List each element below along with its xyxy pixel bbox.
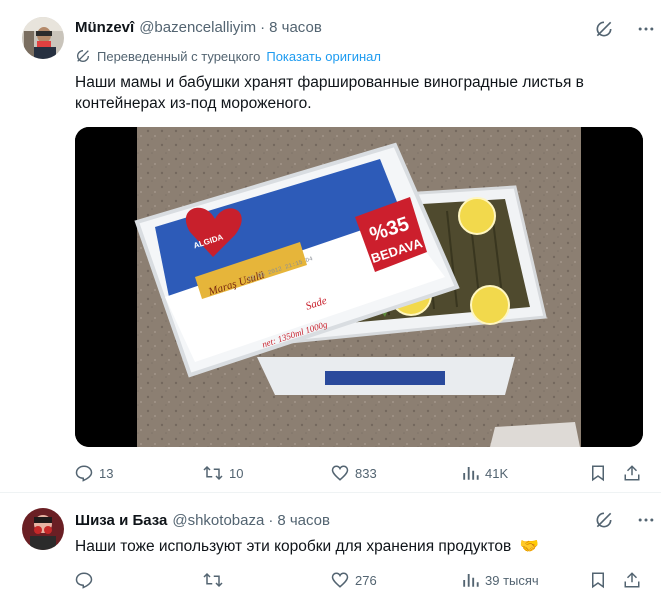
views-count: 41K: [485, 465, 509, 481]
translate-icon: [75, 48, 91, 64]
author-name[interactable]: Münzevî: [75, 19, 134, 36]
reply-button[interactable]: [75, 568, 99, 592]
views-icon: [461, 571, 479, 589]
reply-tweet[interactable]: Шиза и База @shkotobaza · 8 часов Наши т…: [0, 493, 661, 603]
grok-icon[interactable]: [594, 19, 614, 39]
separator-dot: ·: [260, 19, 266, 36]
repost-icon: [203, 464, 223, 482]
views-button[interactable]: 41K: [461, 461, 508, 485]
like-button[interactable]: 276: [331, 568, 377, 592]
repost-button[interactable]: 10: [203, 461, 243, 485]
like-button[interactable]: 833: [331, 461, 377, 485]
bookmark-icon: [589, 464, 607, 482]
timestamp[interactable]: 8 часов: [269, 19, 322, 36]
like-icon: [331, 464, 349, 482]
bookmark-button[interactable]: [589, 568, 607, 592]
reply-count: 13: [99, 465, 114, 481]
tweet-text: Наши мамы и бабушки хранят фаршированные…: [75, 72, 645, 114]
translation-label: Переведенный с турецкого: [97, 48, 261, 64]
tweet-text-line: Наши мамы и бабушки хранят фаршированные…: [75, 74, 584, 91]
tweet-header: Шиза и База @shkotobaza · 8 часов: [75, 512, 330, 529]
avatar[interactable]: [22, 17, 64, 59]
tweet[interactable]: Münzevî @bazencelalliyim · 8 часов Перев…: [0, 0, 661, 492]
views-count: 39 тысяч: [485, 572, 539, 588]
reply-button[interactable]: 13: [75, 461, 113, 485]
like-icon: [331, 571, 349, 589]
reply-icon: [75, 571, 93, 589]
tweet-top-actions: [594, 19, 656, 39]
avatar[interactable]: [22, 508, 64, 550]
bookmark-icon: [589, 571, 607, 589]
grok-icon[interactable]: [594, 510, 614, 530]
views-icon: [461, 464, 479, 482]
more-icon[interactable]: [636, 510, 656, 530]
repost-button[interactable]: [203, 568, 229, 592]
share-icon: [623, 464, 641, 482]
share-icon: [623, 571, 641, 589]
tweet-header: Münzevî @bazencelalliyim · 8 часов: [75, 19, 322, 36]
tweet-text-body: Наши тоже используют эти коробки для хра…: [75, 538, 512, 555]
handshake-emoji: 🤝: [519, 538, 539, 555]
tweet-text-line: контейнерах из-под мороженого.: [75, 95, 312, 112]
repost-icon: [203, 571, 223, 589]
author-handle[interactable]: @bazencelalliyim: [139, 19, 256, 36]
tweet-actions: 276 39 тысяч: [75, 568, 643, 592]
tweet-actions: 13 10 833 41K: [75, 461, 643, 485]
timestamp[interactable]: 8 часов: [277, 512, 330, 529]
separator-dot: ·: [268, 512, 274, 529]
like-count: 833: [355, 465, 377, 481]
tweet-image[interactable]: %35 BEDAVA ALGIDA Maraş Usulü Sade net: …: [75, 127, 643, 447]
views-button[interactable]: 39 тысяч: [461, 568, 539, 592]
translation-notice: Переведенный с турецкого Показать оригин…: [75, 48, 381, 64]
show-original-link[interactable]: Показать оригинал: [266, 49, 381, 64]
reply-icon: [75, 464, 93, 482]
author-handle[interactable]: @shkotobaza: [172, 512, 264, 529]
share-button[interactable]: [623, 461, 641, 485]
more-icon[interactable]: [636, 19, 656, 39]
bookmark-button[interactable]: [589, 461, 607, 485]
repost-count: 10: [229, 465, 244, 481]
author-name[interactable]: Шиза и База: [75, 512, 167, 529]
tweet-text: Наши тоже используют эти коробки для хра…: [75, 536, 645, 557]
like-count: 276: [355, 572, 377, 588]
tweet-top-actions: [594, 510, 656, 530]
share-button[interactable]: [623, 568, 641, 592]
